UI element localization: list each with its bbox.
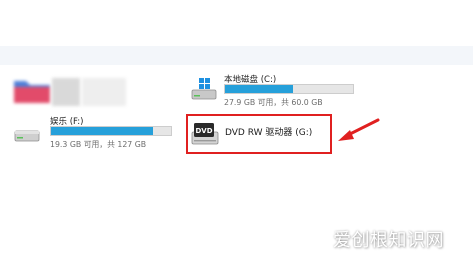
drive-f-usage-fill xyxy=(51,127,153,135)
blurred-drive[interactable] xyxy=(10,70,175,110)
drive-c[interactable]: 本地磁盘 (C:) 27.9 GB 可用，共 60.0 GB xyxy=(186,70,361,110)
drive-f-space: 19.3 GB 可用，共 127 GB xyxy=(50,140,147,149)
red-arrow-icon xyxy=(338,118,380,141)
drive-f[interactable]: 娱乐 (F:) 19.3 GB 可用，共 127 GB xyxy=(10,113,175,153)
blurred-drive-details-2 xyxy=(82,78,126,106)
drive-c-space: 27.9 GB 可用，共 60.0 GB xyxy=(224,98,323,107)
drive-f-usage-bar xyxy=(50,126,172,136)
watermark: 爱创根知识网 xyxy=(333,230,444,251)
header-band xyxy=(0,46,473,65)
windows-drive-icon xyxy=(191,78,217,100)
blurred-drive-icon xyxy=(14,81,50,103)
drive-c-usage-fill xyxy=(225,85,294,93)
hard-drive-icon xyxy=(14,130,40,142)
highlight-box xyxy=(186,114,332,154)
blurred-drive-details xyxy=(52,78,80,106)
drive-c-usage-bar xyxy=(224,84,354,94)
